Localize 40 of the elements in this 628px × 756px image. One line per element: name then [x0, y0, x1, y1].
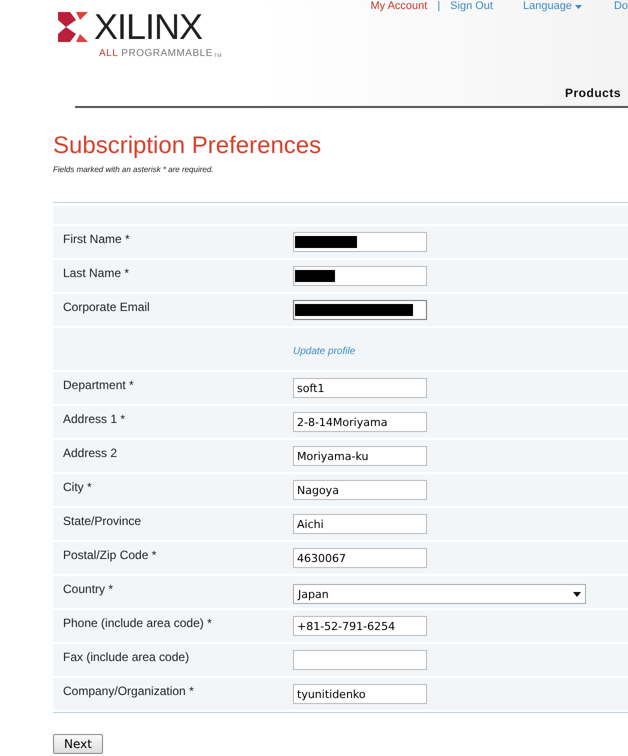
field-label: Company/Organization *	[62, 684, 195, 700]
field-label: Fax (include area code)	[62, 650, 190, 666]
field-label: Postal/Zip Code *	[62, 548, 158, 564]
link-separator: |	[437, 0, 440, 13]
input-field[interactable]: 4630067	[293, 548, 427, 568]
input-field[interactable]: tyunitidenko	[293, 684, 427, 704]
logo-tagline: ALL	[99, 48, 118, 59]
logo-tagline: PROGRAMMABLE	[121, 48, 213, 59]
required-note: Fields marked with an asterisk * are required.	[53, 165, 215, 174]
input-field[interactable]	[293, 232, 427, 252]
page-title: Subscription Preferences	[53, 132, 322, 160]
input-field[interactable]	[293, 650, 427, 670]
nav-item[interactable]: Products	[564, 86, 621, 100]
input-field[interactable]	[293, 266, 427, 286]
caret-icon	[574, 4, 582, 8]
field-label: State/Province	[62, 514, 142, 530]
field-label: Department *	[62, 378, 135, 394]
redaction-bar	[295, 236, 357, 248]
field-label: First Name *	[62, 232, 131, 248]
field-label: Phone (include area code) *	[62, 616, 213, 632]
logo-wordmark: XILINX	[94, 10, 202, 44]
input-field[interactable]: Aichi	[293, 514, 427, 534]
field-label: Address 1 *	[62, 412, 126, 428]
input-field[interactable]: 2-8-14Moriyama	[293, 412, 427, 432]
field-label: City *	[62, 480, 93, 496]
next-button[interactable]: Next	[53, 734, 103, 754]
input-field[interactable]: Nagoya	[293, 480, 427, 500]
input-field[interactable]	[293, 300, 427, 320]
field-label: Address 2	[62, 446, 118, 462]
input-field[interactable]: soft1	[293, 378, 427, 398]
dropdown-arrow-icon	[573, 592, 581, 596]
field-label: Corporate Email	[62, 300, 151, 316]
my-account-link[interactable]: My Account	[370, 0, 428, 13]
field-label: Last Name *	[62, 266, 130, 282]
redaction-bar	[295, 270, 335, 282]
input-field[interactable]: +81-52-791-6254	[293, 616, 427, 636]
input-field[interactable]: Moriyama-ku	[293, 446, 427, 466]
field-label: Country *	[62, 582, 114, 598]
logo-icon	[58, 12, 88, 42]
country-select[interactable]: Japan	[293, 584, 586, 604]
